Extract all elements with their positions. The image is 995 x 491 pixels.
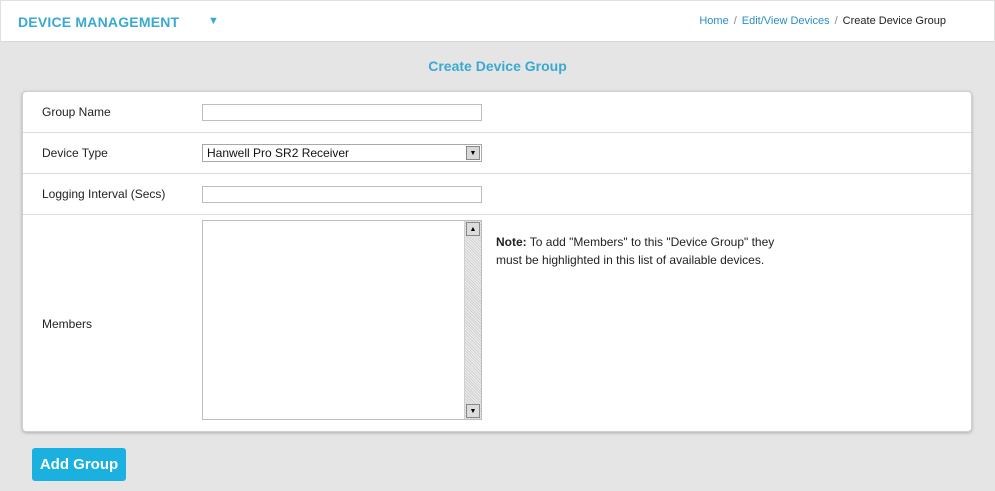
page-title: Create Device Group: [428, 58, 567, 74]
device-type-label: Device Type: [42, 146, 108, 160]
members-note: Note: To add "Members" to this "Device G…: [496, 233, 796, 269]
breadcrumb-home-link[interactable]: Home: [699, 15, 728, 27]
note-text: To add "Members" to this "Device Group" …: [496, 235, 775, 267]
breadcrumb-separator: /: [733, 15, 737, 27]
breadcrumb-current: Create Device Group: [842, 15, 946, 27]
scroll-up-icon[interactable]: ▲: [466, 222, 480, 236]
logging-interval-label: Logging Interval (Secs): [42, 187, 166, 201]
breadcrumb: Home / Edit/View Devices / Create Device Gro…: [699, 15, 946, 27]
scroll-down-icon[interactable]: ▼: [466, 404, 480, 418]
note-prefix: Note:: [496, 235, 527, 249]
menu-dropdown-icon[interactable]: ▼: [208, 15, 219, 27]
group-name-row: Group Name: [23, 92, 971, 133]
dropdown-arrow-icon[interactable]: ▼: [466, 146, 480, 160]
app-title[interactable]: DEVICE MANAGEMENT: [18, 14, 179, 30]
logging-interval-row: Logging Interval (Secs): [23, 174, 971, 215]
device-type-select[interactable]: Hanwell Pro SR2 Receiver ▼: [202, 144, 482, 162]
top-navigation-bar: DEVICE MANAGEMENT ▼ Home / Edit/View Devic…: [0, 0, 995, 42]
group-name-input[interactable]: [202, 104, 482, 121]
members-label: Members: [42, 317, 93, 331]
device-type-selected-value: Hanwell Pro SR2 Receiver: [207, 146, 350, 160]
device-type-row: Device Type Hanwell Pro SR2 Receiver ▼: [23, 133, 971, 174]
members-scrollbar[interactable]: ▲ ▼: [464, 221, 481, 419]
group-name-label: Group Name: [42, 105, 111, 119]
members-row: Members ▲ ▼ Note: To add "Members" to th…: [23, 215, 971, 431]
members-listbox[interactable]: ▲ ▼: [202, 220, 482, 420]
breadcrumb-edit-view-devices-link[interactable]: Edit/View Devices: [742, 15, 830, 27]
add-group-button[interactable]: Add Group: [32, 448, 126, 481]
breadcrumb-separator: /: [834, 15, 838, 27]
logging-interval-input[interactable]: [202, 186, 482, 203]
create-group-form: Group Name Device Type Hanwell Pro SR2 R…: [22, 91, 972, 432]
